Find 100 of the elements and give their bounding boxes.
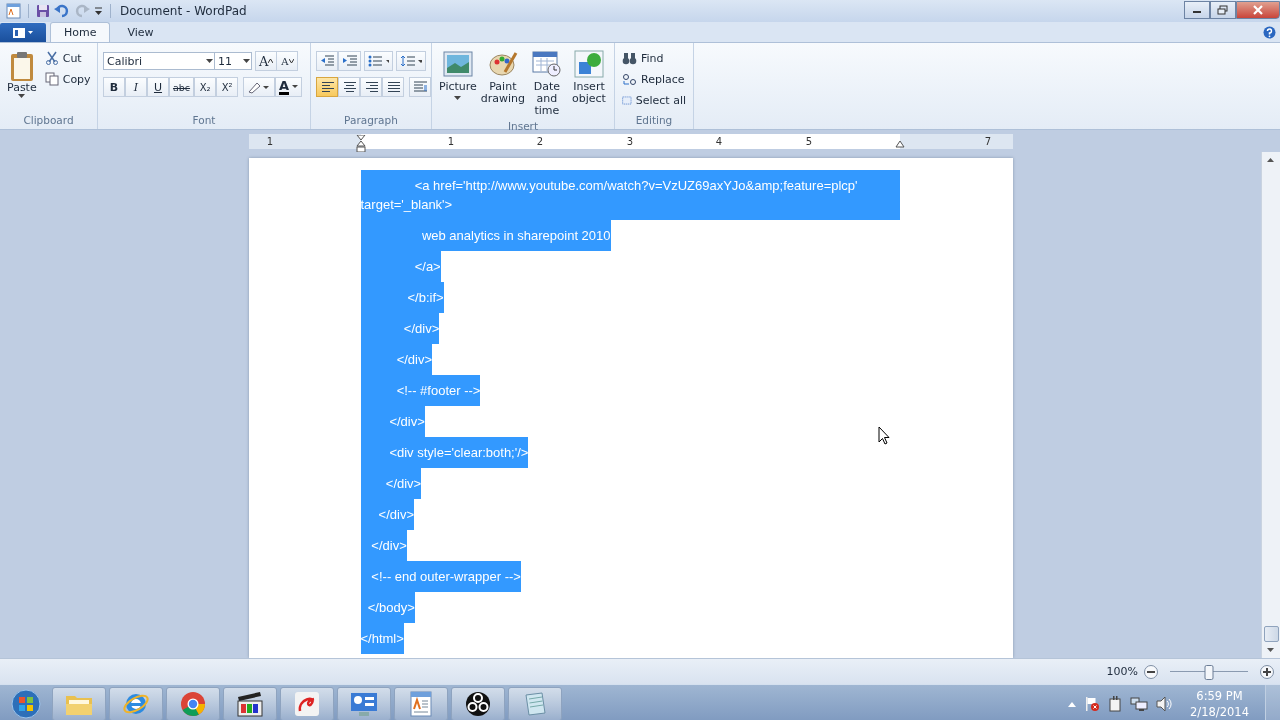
app-menu-button[interactable]: [0, 23, 46, 42]
taskbar-app-button[interactable]: [451, 686, 505, 720]
scroll-thumb[interactable]: [1264, 626, 1279, 642]
insert-button[interactable]: Date and time: [526, 48, 567, 119]
group-label: Editing: [634, 113, 674, 128]
network-icon[interactable]: [1130, 695, 1149, 712]
insert-button[interactable]: Picture: [437, 48, 479, 119]
caret-up-icon: [268, 59, 274, 63]
undo-icon[interactable]: [54, 4, 70, 18]
font-family-field[interactable]: Calibri: [103, 52, 215, 70]
font-style-button[interactable]: X²: [216, 77, 239, 97]
windows-logo-icon: [10, 687, 42, 720]
font-size-field[interactable]: 11: [214, 52, 252, 70]
wordpad-icon: [6, 3, 21, 19]
align-button[interactable]: [382, 77, 404, 97]
wordpad-icon: [409, 690, 433, 717]
slider-thumb[interactable]: [1204, 664, 1214, 680]
caret-icon: [292, 85, 299, 89]
group-label: Font: [191, 113, 217, 128]
document-text: </div>: [360, 344, 433, 375]
align-button[interactable]: [316, 77, 338, 97]
cut-button[interactable]: Cut: [42, 48, 93, 68]
dropdown-icon[interactable]: [94, 6, 103, 16]
shrink-font-button[interactable]: A: [276, 51, 299, 71]
editing-button[interactable]: Select all: [620, 90, 688, 110]
caret-icon: [454, 96, 462, 102]
align-button[interactable]: [360, 77, 382, 97]
font-style-button[interactable]: U: [147, 77, 169, 97]
paste-button[interactable]: Paste: [5, 48, 39, 113]
document-text: </div>: [360, 499, 414, 530]
binoculars-icon: [622, 51, 637, 65]
font-style-button[interactable]: X₂: [194, 77, 217, 97]
zoom-in-button[interactable]: [1260, 664, 1274, 679]
caret-down-icon: [288, 59, 294, 63]
caret-icon: [18, 94, 26, 98]
ruler-number: 7: [984, 135, 992, 149]
outdent-icon: [320, 55, 335, 67]
palette-icon: [487, 50, 518, 78]
ruler-number: 4: [715, 135, 723, 149]
font-color-button[interactable]: A: [275, 77, 303, 97]
power-plug-icon[interactable]: [1108, 695, 1123, 712]
align-icon: [364, 81, 378, 93]
bullet-list-icon: [367, 55, 390, 67]
taskbar-app-button[interactable]: [223, 686, 277, 720]
control-panel-icon: [350, 690, 378, 717]
grow-font-button[interactable]: A: [255, 51, 278, 71]
font-style-button[interactable]: B: [103, 77, 125, 97]
swirl-icon: [294, 690, 320, 717]
highlight-button[interactable]: [243, 77, 276, 97]
document-page[interactable]: [248, 158, 1013, 658]
right-indent-marker-icon[interactable]: [895, 140, 905, 148]
close-button[interactable]: [1236, 1, 1280, 19]
window-title: Document - WordPad: [120, 4, 247, 18]
ruler-number: 1: [447, 135, 455, 149]
document-text: </div>: [360, 313, 440, 344]
zoom-level: 100%: [1106, 665, 1138, 678]
document-text: <!-- end outer-wrapper -->: [360, 561, 521, 592]
line-spacing-button[interactable]: [396, 51, 426, 71]
document-text: </html>: [360, 623, 404, 654]
highlighter-icon: [247, 80, 272, 94]
copy-button[interactable]: Copy: [42, 69, 93, 89]
font-style-button[interactable]: abc: [169, 77, 195, 97]
caret-icon: [243, 58, 251, 64]
paragraph-button[interactable]: [409, 77, 431, 97]
close-icon: [1252, 5, 1264, 15]
save-icon[interactable]: [36, 4, 50, 18]
zoom-slider[interactable]: [1170, 663, 1248, 680]
align-button[interactable]: [338, 77, 360, 97]
ribbon-tab[interactable]: View: [114, 22, 167, 42]
editing-button[interactable]: Find: [620, 48, 688, 68]
restore-icon: [1217, 5, 1229, 15]
document-text: <a href='http://www.youtube.com/watch?v=VzUZ69axYJo&amp;feature=plcp' target='_blank'>: [360, 170, 900, 220]
minimize-button[interactable]: [1184, 1, 1210, 19]
document-text: </b:if>: [360, 282, 444, 313]
flag-icon[interactable]: [1084, 695, 1101, 712]
obs-icon: [465, 690, 491, 717]
insert-button[interactable]: Insert object: [568, 48, 609, 119]
ribbon-tab[interactable]: Home: [50, 22, 111, 42]
increase-indent-button[interactable]: [338, 51, 361, 71]
ruler-number: 3: [626, 135, 634, 149]
ruler-number: 1: [266, 135, 274, 149]
ruler-number: 2: [536, 135, 544, 149]
clapperboard-icon: [236, 690, 264, 717]
ruler[interactable]: 1 1 2 3 4 5 7: [249, 134, 1013, 149]
zoom-out-button[interactable]: [1144, 664, 1158, 679]
editing-button[interactable]: Replace: [620, 69, 688, 89]
caret-icon: [206, 58, 214, 64]
align-icon: [386, 81, 400, 93]
restore-button[interactable]: [1210, 1, 1236, 19]
insert-button[interactable]: Paint drawing: [480, 48, 525, 119]
bullets-button[interactable]: [363, 51, 394, 71]
mouse-cursor-icon: [878, 426, 890, 445]
indent-marker-icon[interactable]: [356, 135, 366, 153]
decrease-indent-button[interactable]: [316, 51, 339, 71]
volume-icon[interactable]: [1156, 695, 1175, 712]
replace-icon: [622, 72, 637, 86]
help-icon[interactable]: [1263, 26, 1276, 39]
font-style-button[interactable]: I: [125, 77, 147, 97]
align-icon: [320, 81, 334, 93]
vertical-scrollbar[interactable]: [1261, 152, 1280, 658]
